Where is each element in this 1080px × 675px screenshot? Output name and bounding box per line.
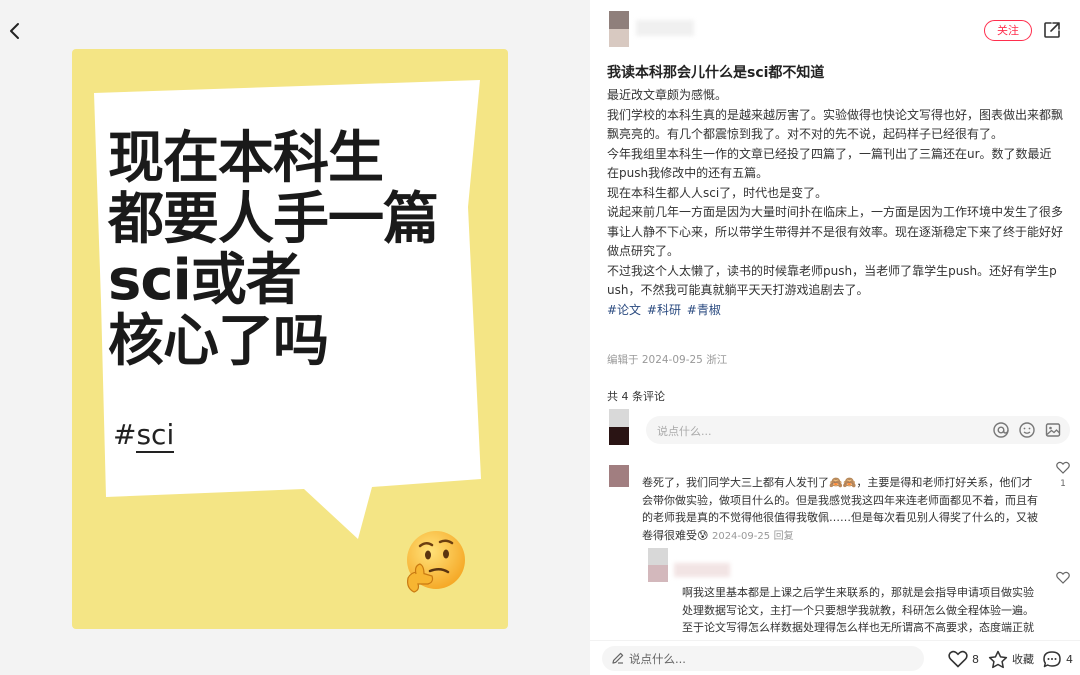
comments-button[interactable]: 4 — [1042, 650, 1073, 668]
author-avatar[interactable] — [609, 11, 629, 47]
like-button[interactable]: 8 — [948, 650, 979, 668]
hashtag-prefix: # — [113, 418, 137, 451]
headline-line: sci或者 — [108, 248, 302, 313]
comment-input-placeholder: 说点什么... — [657, 425, 712, 438]
post-paragraph: 说起来前几年一方面是因为大量时间扑在临床上，一方面是因为工作环境中发生了很多事让… — [607, 205, 1064, 258]
commenter-avatar[interactable] — [648, 548, 668, 582]
bottom-comment-input[interactable]: 说点什么... — [602, 646, 924, 671]
reply-button[interactable]: 回复 — [774, 531, 794, 542]
collect-button[interactable]: 收藏 — [988, 650, 1034, 668]
poster-hashtag: #sci — [113, 418, 175, 453]
mention-icon[interactable] — [992, 421, 1010, 439]
post-detail-panel: 关注 我读本科那会儿什么是sci都不知道 最近改文章颇为感慨。 我们学校的本科生… — [590, 0, 1080, 675]
bottom-action-bar: 说点什么... 8 收藏 4 — [590, 640, 1080, 675]
commenter-name-redacted — [674, 563, 730, 577]
heart-icon — [1056, 571, 1070, 584]
collect-label: 收藏 — [1012, 653, 1034, 666]
heart-icon — [1056, 461, 1070, 474]
post-paragraph: 现在本科生都人人sci了，时代也是变了。 — [607, 185, 828, 200]
current-user-avatar — [609, 409, 629, 445]
pencil-icon — [612, 652, 624, 664]
follow-button[interactable]: 关注 — [984, 20, 1032, 41]
image-viewer: 现在本科生 都要人手一篇 sci或者 核心了吗 #sci — [0, 0, 590, 675]
edit-timestamp: 编辑于 2024-09-25 浙江 — [607, 354, 728, 366]
comment-count: 共 4 条评论 — [607, 390, 665, 403]
comment-bubble-icon — [1043, 650, 1061, 667]
tag-link[interactable]: #青椒 — [687, 303, 721, 317]
star-icon — [988, 650, 1008, 668]
image-upload-icon[interactable] — [1044, 421, 1062, 439]
comment-input[interactable]: 说点什么... — [646, 416, 1070, 444]
comment-item: 卷死了，我们同学大三上都有人发刊了🙈🙈，主要是得和老师打好关系，他们才会带你做实… — [642, 474, 1040, 545]
post-tags: #论文 #科研 #青椒 — [607, 301, 1063, 321]
heart-icon — [948, 650, 968, 668]
post-paragraph: 不过我这个人太懒了，读书的时候靠老师push，当老师了靠学生push。还好有学生… — [607, 263, 1057, 298]
post-paragraph: 今年我组里本科生一作的文章已经投了四篇了，一篇刊出了三篇还在ur。数了数最近在p… — [607, 146, 1052, 181]
post-paragraph: 我们学校的本科生真的是越来越厉害了。实验做得也快论文写得也好，图表做出来都飘飘亮… — [607, 107, 1064, 142]
comment-like-button[interactable]: 1 — [1055, 459, 1071, 490]
comment-like-button[interactable] — [1055, 569, 1071, 588]
comment-text: 啊我这里基本都是上课之后学生来联系的，那就是会指导申请项目做实验处理数据写论文，… — [682, 586, 1034, 634]
comment-text: 卷死了，我们同学大三上都有人发刊了🙈🙈，主要是得和老师打好关系，他们才会带你做实… — [642, 476, 1038, 542]
hashtag-word: sci — [136, 418, 175, 453]
poster-headline: 现在本科生 都要人手一篇 sci或者 核心了吗 — [108, 128, 478, 372]
post-body: 最近改文章颇为感慨。 我们学校的本科生真的是越来越厉害了。实验做得也快论文写得也… — [607, 86, 1063, 320]
post-title: 我读本科那会儿什么是sci都不知道 — [607, 65, 825, 81]
back-arrow-icon[interactable] — [4, 20, 26, 42]
tag-link[interactable]: #科研 — [647, 303, 681, 317]
comment-item: 啊我这里基本都是上课之后学生来联系的，那就是会指导申请项目做实验处理数据写论文，… — [682, 584, 1040, 635]
emoji-icon[interactable] — [1018, 421, 1036, 439]
author-name-redacted — [636, 20, 694, 36]
headline-line: 现在本科生 — [108, 126, 384, 191]
tag-link[interactable]: #论文 — [607, 303, 641, 317]
headline-line: 都要人手一篇 — [108, 187, 439, 252]
comments-count: 4 — [1066, 652, 1073, 666]
share-icon[interactable] — [1042, 20, 1062, 40]
bottom-input-placeholder: 说点什么... — [629, 652, 686, 666]
headline-line: 核心了吗 — [108, 309, 329, 374]
thinking-face-icon — [407, 531, 465, 593]
post-paragraph: 最近改文章颇为感慨。 — [607, 88, 728, 102]
commenter-avatar[interactable] — [609, 465, 629, 487]
comment-date: 2024-09-25 — [711, 530, 771, 542]
comment-like-count: 1 — [1060, 479, 1066, 489]
like-count: 8 — [972, 652, 979, 666]
